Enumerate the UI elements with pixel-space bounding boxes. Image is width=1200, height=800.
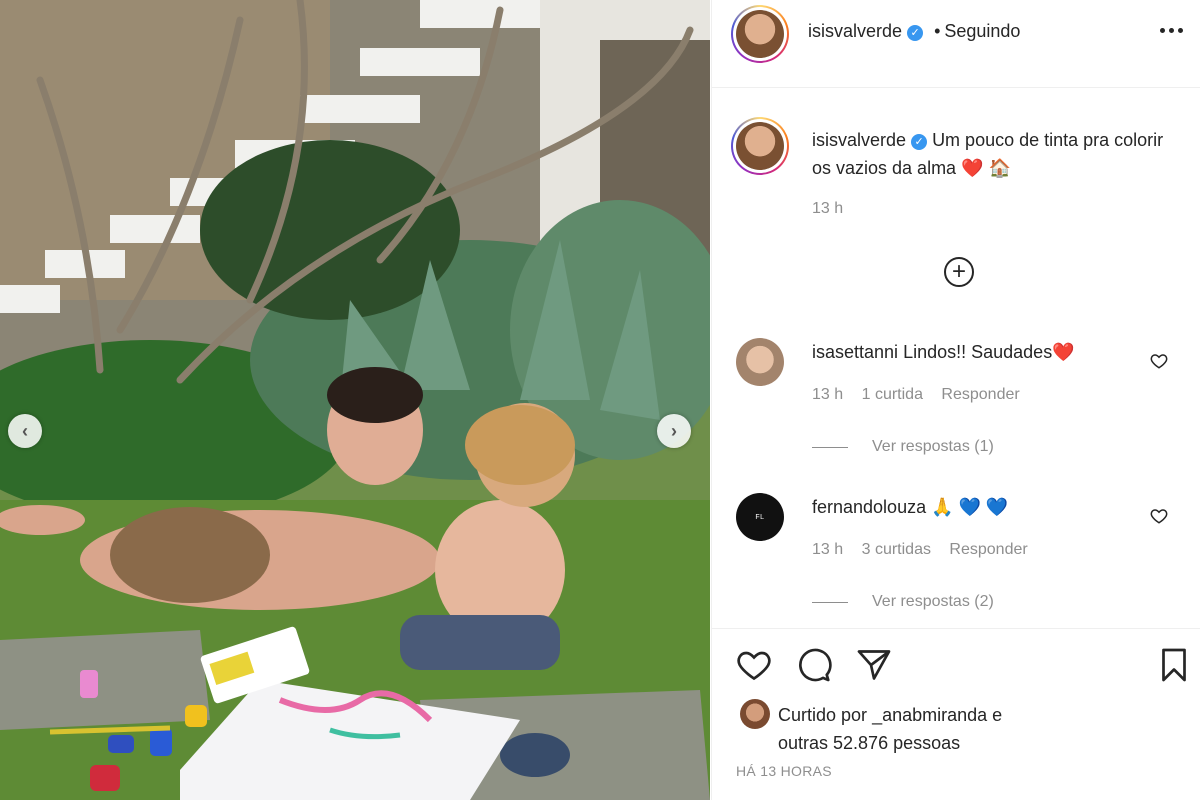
- liked-by-conjunction: e: [992, 705, 1003, 725]
- post-side-panel: isisvalverde ✓ • Seguindo isisvalverde ✓ Um…: [711, 0, 1200, 800]
- liked-by-section: Curtido por _anabmiranda e outras 52.876…: [712, 695, 1200, 755]
- liked-by-prefix: Curtido por: [778, 705, 868, 725]
- view-replies-link[interactable]: Ver respostas (2): [812, 593, 994, 611]
- actions-divider: [712, 628, 1200, 629]
- verified-badge-icon: ✓: [911, 134, 928, 150]
- replies-line: [812, 601, 848, 603]
- view-replies-link[interactable]: Ver respostas (1): [812, 438, 994, 456]
- caption-username[interactable]: isisvalverde: [812, 130, 906, 150]
- photo-illustration: [0, 0, 710, 800]
- post-photo[interactable]: ‹ ›: [0, 0, 710, 800]
- comment-like-heart-icon[interactable]: [1150, 352, 1168, 370]
- action-bar: [712, 640, 1200, 690]
- comment-item: isasettanni Lindos!! Saudades❤️ 13 h 1 c…: [712, 330, 1200, 470]
- comment-item: FL fernandolouza 🙏 💙 💙 13 h 3 curtidas R…: [712, 485, 1200, 625]
- comment-text: 🙏 💙 💙: [931, 497, 1009, 517]
- caption-time: 13 h: [812, 200, 844, 217]
- bookmark-icon[interactable]: [1156, 647, 1192, 683]
- commenter-avatar[interactable]: FL: [736, 493, 784, 541]
- previous-image-button[interactable]: ‹: [8, 414, 42, 448]
- reply-button[interactable]: Responder: [949, 541, 1027, 558]
- caption-emoji: ❤️ 🏠: [961, 158, 1011, 178]
- post-timestamp[interactable]: HÁ 13 HORAS: [736, 763, 832, 779]
- commenter-username[interactable]: isasettanni: [812, 342, 898, 362]
- follow-status-button[interactable]: Seguindo: [944, 21, 1020, 41]
- comment-icon[interactable]: [796, 647, 832, 683]
- commenter-avatar[interactable]: [736, 338, 784, 386]
- more-options-icon[interactable]: [1160, 28, 1183, 33]
- comment-likes[interactable]: 1 curtida: [862, 386, 923, 403]
- caption-avatar[interactable]: [736, 122, 784, 170]
- separator-dot: •: [934, 21, 941, 41]
- send-icon[interactable]: [856, 647, 892, 683]
- next-image-button[interactable]: ›: [657, 414, 691, 448]
- comment-likes[interactable]: 3 curtidas: [862, 541, 931, 558]
- author-avatar-ring[interactable]: [731, 5, 789, 63]
- view-replies-label[interactable]: Ver respostas (1): [872, 438, 994, 456]
- heart-icon[interactable]: [736, 647, 772, 683]
- replies-line: [812, 446, 848, 448]
- comment-like-heart-icon[interactable]: [1150, 507, 1168, 525]
- post-header: isisvalverde ✓ • Seguindo: [712, 0, 1200, 66]
- view-replies-label[interactable]: Ver respostas (2): [872, 593, 994, 611]
- liked-by-user[interactable]: _anabmiranda: [872, 705, 987, 725]
- comment-time: 13 h: [812, 541, 844, 558]
- author-username[interactable]: isisvalverde: [808, 21, 902, 41]
- comment-text: Lindos!! Saudades❤️: [903, 342, 1075, 362]
- comment-time: 13 h: [812, 386, 844, 403]
- verified-badge-icon: ✓: [907, 25, 924, 41]
- reply-button[interactable]: Responder: [941, 386, 1019, 403]
- caption-block: isisvalverde ✓ Um pouco de tinta pra colo…: [712, 88, 1200, 238]
- liked-by-others[interactable]: outras 52.876 pessoas: [778, 733, 960, 753]
- liker-avatar[interactable]: [740, 699, 770, 729]
- commenter-username[interactable]: fernandolouza: [812, 497, 926, 517]
- plus-circle-icon[interactable]: +: [944, 257, 974, 287]
- author-avatar[interactable]: [736, 10, 784, 58]
- caption-avatar-ring[interactable]: [731, 117, 789, 175]
